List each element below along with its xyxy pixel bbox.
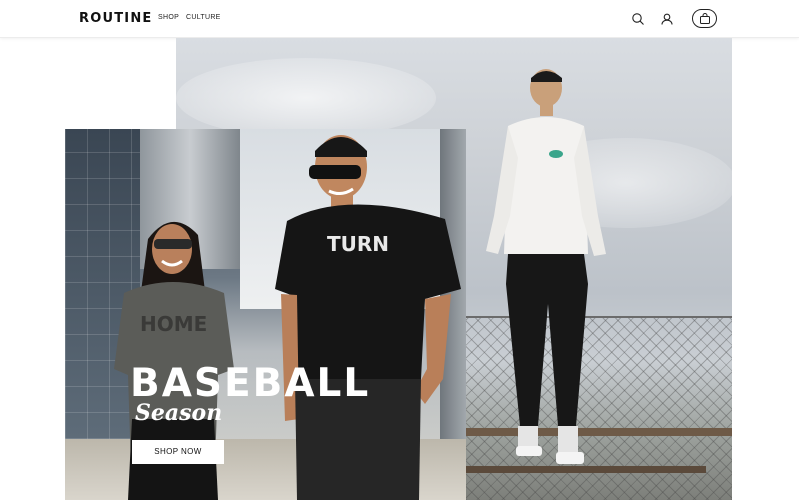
hero-foreground-image: HOME TURN [65, 129, 466, 500]
cart-icon [700, 13, 710, 24]
shop-now-button[interactable]: SHOP NOW [132, 440, 224, 464]
woman-shirt-text: HOME [140, 312, 207, 336]
nav-culture[interactable]: CULTURE [186, 14, 221, 21]
nav-shop[interactable]: SHOP [158, 14, 179, 21]
male-model: TURN [275, 135, 461, 500]
cloud [176, 58, 436, 138]
site-header: ROUTINE SHOP CULTURE [0, 0, 799, 38]
standing-model [486, 69, 606, 464]
brand-logo[interactable]: ROUTINE [79, 11, 152, 26]
hero-subtitle: Season [135, 400, 223, 426]
cart-button[interactable] [692, 9, 717, 28]
account-icon[interactable] [660, 12, 674, 26]
man-shirt-text: TURN [327, 232, 389, 256]
hero-title: BASEBALL [130, 361, 371, 406]
search-icon[interactable] [631, 12, 645, 26]
